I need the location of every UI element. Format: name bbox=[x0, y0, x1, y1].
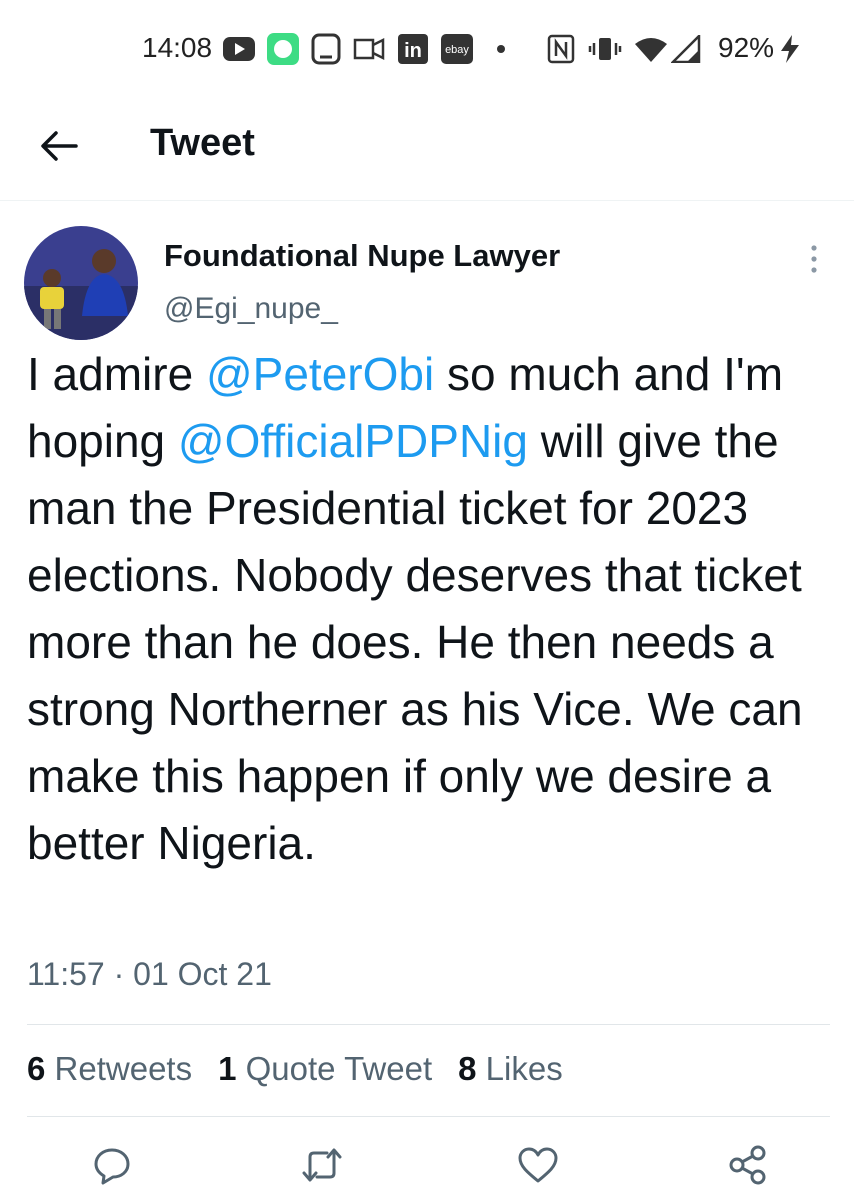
battery-percentage: 92% bbox=[718, 32, 775, 63]
media-icon bbox=[352, 34, 386, 64]
nfc-icon bbox=[546, 34, 576, 64]
signal-icon bbox=[670, 34, 702, 64]
top-header: Tweet bbox=[0, 96, 854, 201]
retweets-label: Retweets bbox=[54, 1050, 193, 1087]
quote-tweets-count: 1 bbox=[218, 1050, 237, 1087]
vibrate-icon bbox=[588, 34, 622, 64]
page-title: Tweet bbox=[150, 122, 255, 164]
wifi-icon bbox=[634, 34, 668, 64]
charging-icon bbox=[778, 34, 802, 64]
svg-text:ebay: ebay bbox=[445, 44, 469, 56]
likes-stat[interactable]: 8 Likes bbox=[458, 1050, 563, 1088]
status-time: 14:08 bbox=[142, 32, 213, 63]
retweets-count: 6 bbox=[27, 1050, 46, 1087]
youtube-icon bbox=[222, 34, 256, 64]
ebay-icon: ebay bbox=[440, 34, 474, 64]
messages-icon bbox=[266, 33, 300, 65]
retweets-stat[interactable]: 6 Retweets bbox=[27, 1050, 192, 1088]
quote-tweets-stat[interactable]: 1 Quote Tweet bbox=[218, 1050, 432, 1088]
status-bar: 14:08 in ebay 92% bbox=[0, 0, 854, 96]
tweet-text-part: will give the man the Presidential ticke… bbox=[27, 415, 803, 869]
author-handle[interactable]: @Egi_nupe_ bbox=[164, 292, 338, 326]
likes-count: 8 bbox=[458, 1050, 477, 1087]
divider bbox=[27, 1024, 830, 1025]
tweet-timestamp[interactable]: 11:57 · 01 Oct 21 bbox=[27, 956, 272, 993]
tweet-stats: 6 Retweets 1 Quote Tweet 8 Likes bbox=[27, 1050, 563, 1088]
back-arrow-icon[interactable] bbox=[38, 124, 82, 168]
dot-icon bbox=[494, 34, 508, 64]
mention-link[interactable]: @PeterObi bbox=[206, 348, 434, 400]
more-options-icon[interactable] bbox=[800, 244, 828, 274]
avatar[interactable] bbox=[24, 226, 138, 340]
divider bbox=[27, 1116, 830, 1117]
reply-icon[interactable] bbox=[90, 1143, 134, 1187]
svg-text:in: in bbox=[404, 40, 422, 62]
quote-tweets-label: Quote Tweet bbox=[245, 1050, 433, 1087]
likes-label: Likes bbox=[485, 1050, 563, 1087]
author-name[interactable]: Foundational Nupe Lawyer bbox=[164, 238, 560, 274]
tweet-text: I admire @PeterObi so much and I'm hopin… bbox=[27, 341, 827, 877]
linkedin-icon: in bbox=[396, 34, 430, 64]
retweet-icon[interactable] bbox=[300, 1143, 344, 1187]
mention-link[interactable]: @OfficialPDPNig bbox=[178, 415, 528, 467]
like-icon[interactable] bbox=[516, 1143, 560, 1187]
share-icon[interactable] bbox=[726, 1143, 770, 1187]
tablet-icon bbox=[310, 33, 342, 65]
tweet-text-part: I admire bbox=[27, 348, 206, 400]
